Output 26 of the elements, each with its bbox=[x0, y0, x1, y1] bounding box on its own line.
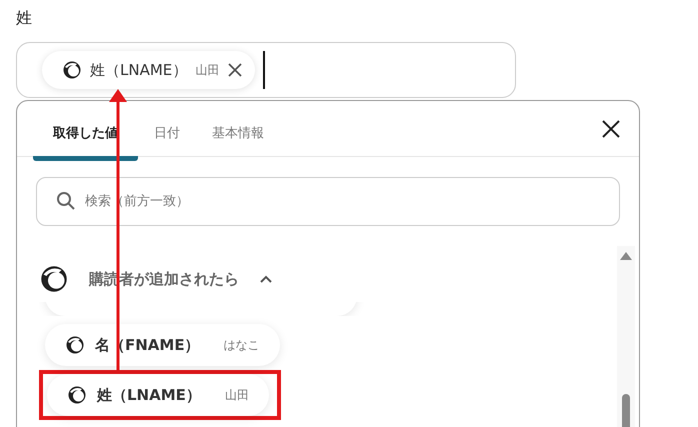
tab[interactable]: 日付 bbox=[138, 106, 196, 161]
item-label: 名（FNAME） bbox=[95, 336, 200, 354]
field-label: 姓 bbox=[16, 8, 33, 29]
item-value: 山田 bbox=[224, 386, 249, 404]
chip-label: 姓（LNAME） bbox=[90, 60, 188, 80]
search-icon bbox=[56, 191, 76, 211]
logo-icon bbox=[62, 60, 82, 80]
scroll-up-icon[interactable] bbox=[620, 252, 632, 260]
close-icon[interactable] bbox=[227, 62, 244, 78]
chip-value: 山田 bbox=[195, 62, 220, 78]
item-label: 姓（LNAME） bbox=[97, 386, 201, 404]
chevron-up-icon[interactable] bbox=[259, 274, 273, 284]
list-item[interactable]: 名（FNAME） はなこ bbox=[45, 324, 280, 366]
logo-icon bbox=[67, 385, 87, 405]
tab[interactable]: 基本情報 bbox=[196, 106, 280, 161]
item-value: はなこ bbox=[224, 336, 260, 354]
close-icon[interactable] bbox=[601, 118, 621, 138]
search-field[interactable]: 検索（前方一致） bbox=[36, 177, 620, 226]
logo-icon bbox=[65, 335, 85, 355]
text-cursor bbox=[263, 51, 266, 89]
variable-chip[interactable]: 姓（LNAME） 山田 bbox=[42, 51, 256, 89]
scrollbar[interactable] bbox=[617, 246, 635, 427]
input-field[interactable]: 姓（LNAME） 山田 bbox=[16, 42, 516, 98]
logo-icon bbox=[39, 264, 69, 294]
list-item[interactable]: 姓（LNAME） 山田 bbox=[47, 374, 269, 416]
scroll-thumb[interactable] bbox=[622, 394, 630, 427]
